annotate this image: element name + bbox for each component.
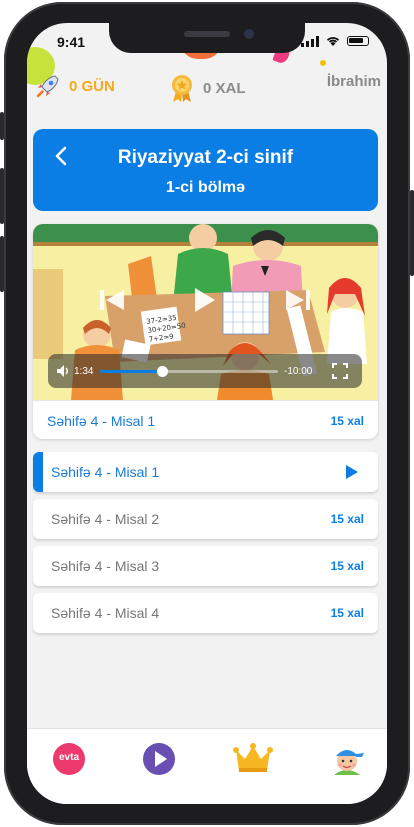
video-caption: Səhifə 4 - Misal 1 (47, 413, 156, 429)
power-button (410, 190, 414, 276)
lesson-label: Səhifə 4 - Misal 2 (51, 511, 160, 527)
status-time: 9:41 (57, 34, 86, 50)
video-controls: 1:34 -10:00 (48, 354, 362, 388)
stats-bar: 0 GÜN 0 XAL İbrahim (27, 71, 387, 103)
bottom-nav: evta (27, 728, 387, 804)
lesson-label: Səhifə 4 - Misal 3 (51, 558, 160, 574)
volume-icon[interactable] (55, 363, 71, 379)
section-subtitle: 1-ci bölmə (165, 179, 246, 196)
lesson-item[interactable]: Səhifə 4 - Misal 4 15 xal (33, 593, 378, 633)
crown-icon (233, 743, 273, 772)
seek-track[interactable] (100, 366, 278, 377)
nav-home[interactable]: evta (51, 741, 87, 777)
battery-icon (347, 36, 369, 46)
lesson-item[interactable]: Səhifə 4 - Misal 1 (33, 452, 378, 492)
points-label: 0 XAL (203, 79, 246, 97)
video-card: 37-2=35 30+20=50 7+2=9 1:34 -10:00 Səhif… (33, 224, 378, 439)
next-track-icon[interactable] (285, 288, 311, 312)
app-screen: 9:41 0 GÜN 0 XAL İbrahim Riyaziyyat 2-ci… (27, 23, 387, 804)
fullscreen-icon[interactable] (332, 363, 348, 379)
lesson-label: Səhifə 4 - Misal 4 (51, 605, 160, 621)
play-icon[interactable] (346, 465, 358, 479)
silent-switch (0, 112, 4, 140)
play-icon[interactable] (193, 286, 217, 314)
lesson-points: 15 xal (330, 512, 364, 526)
streak-label: 0 GÜN (69, 77, 115, 95)
points-stat: 0 XAL (169, 73, 246, 103)
video-caption-row: Səhifə 4 - Misal 1 15 xal (33, 400, 378, 439)
seek-progress (100, 370, 163, 373)
lesson-points: 15 xal (330, 559, 364, 573)
active-indicator (33, 452, 43, 492)
course-title: Riyaziyyat 2-ci sinif (117, 147, 294, 168)
nav-videos[interactable] (141, 741, 177, 777)
front-camera (244, 29, 254, 39)
nav-leaderboard[interactable] (233, 741, 273, 777)
notch (109, 23, 305, 53)
avatar-icon (334, 750, 364, 775)
evta-logo-text: evta (58, 752, 79, 763)
current-time: 1:34 (74, 366, 94, 377)
rocket-icon (36, 75, 59, 98)
lesson-label: Səhifə 4 - Misal 1 (51, 464, 160, 480)
medal-icon (172, 75, 192, 102)
video-points: 15 xal (330, 414, 364, 428)
lesson-item[interactable]: Səhifə 4 - Misal 2 15 xal (33, 499, 378, 539)
seek-thumb[interactable] (157, 366, 169, 377)
previous-track-icon[interactable] (99, 288, 125, 312)
lesson-item[interactable]: Səhifə 4 - Misal 3 15 xal (33, 546, 378, 586)
nav-profile[interactable] (329, 741, 365, 777)
volume-down-button (0, 236, 4, 292)
volume-up-button (0, 168, 4, 224)
decor-blob-yellow (320, 60, 326, 66)
video-player[interactable]: 37-2=35 30+20=50 7+2=9 1:34 -10:00 (33, 224, 378, 400)
streak-stat: 0 GÜN (35, 73, 115, 99)
lesson-points: 15 xal (330, 606, 364, 620)
wifi-icon (326, 37, 340, 46)
status-icons (301, 35, 369, 47)
speaker-grille (184, 31, 230, 37)
remaining-time: -10:00 (284, 366, 313, 377)
course-header: Riyaziyyat 2-ci sinif 1-ci bölmə (33, 129, 378, 211)
user-name[interactable]: İbrahim (327, 73, 381, 90)
play-icon (143, 743, 175, 775)
